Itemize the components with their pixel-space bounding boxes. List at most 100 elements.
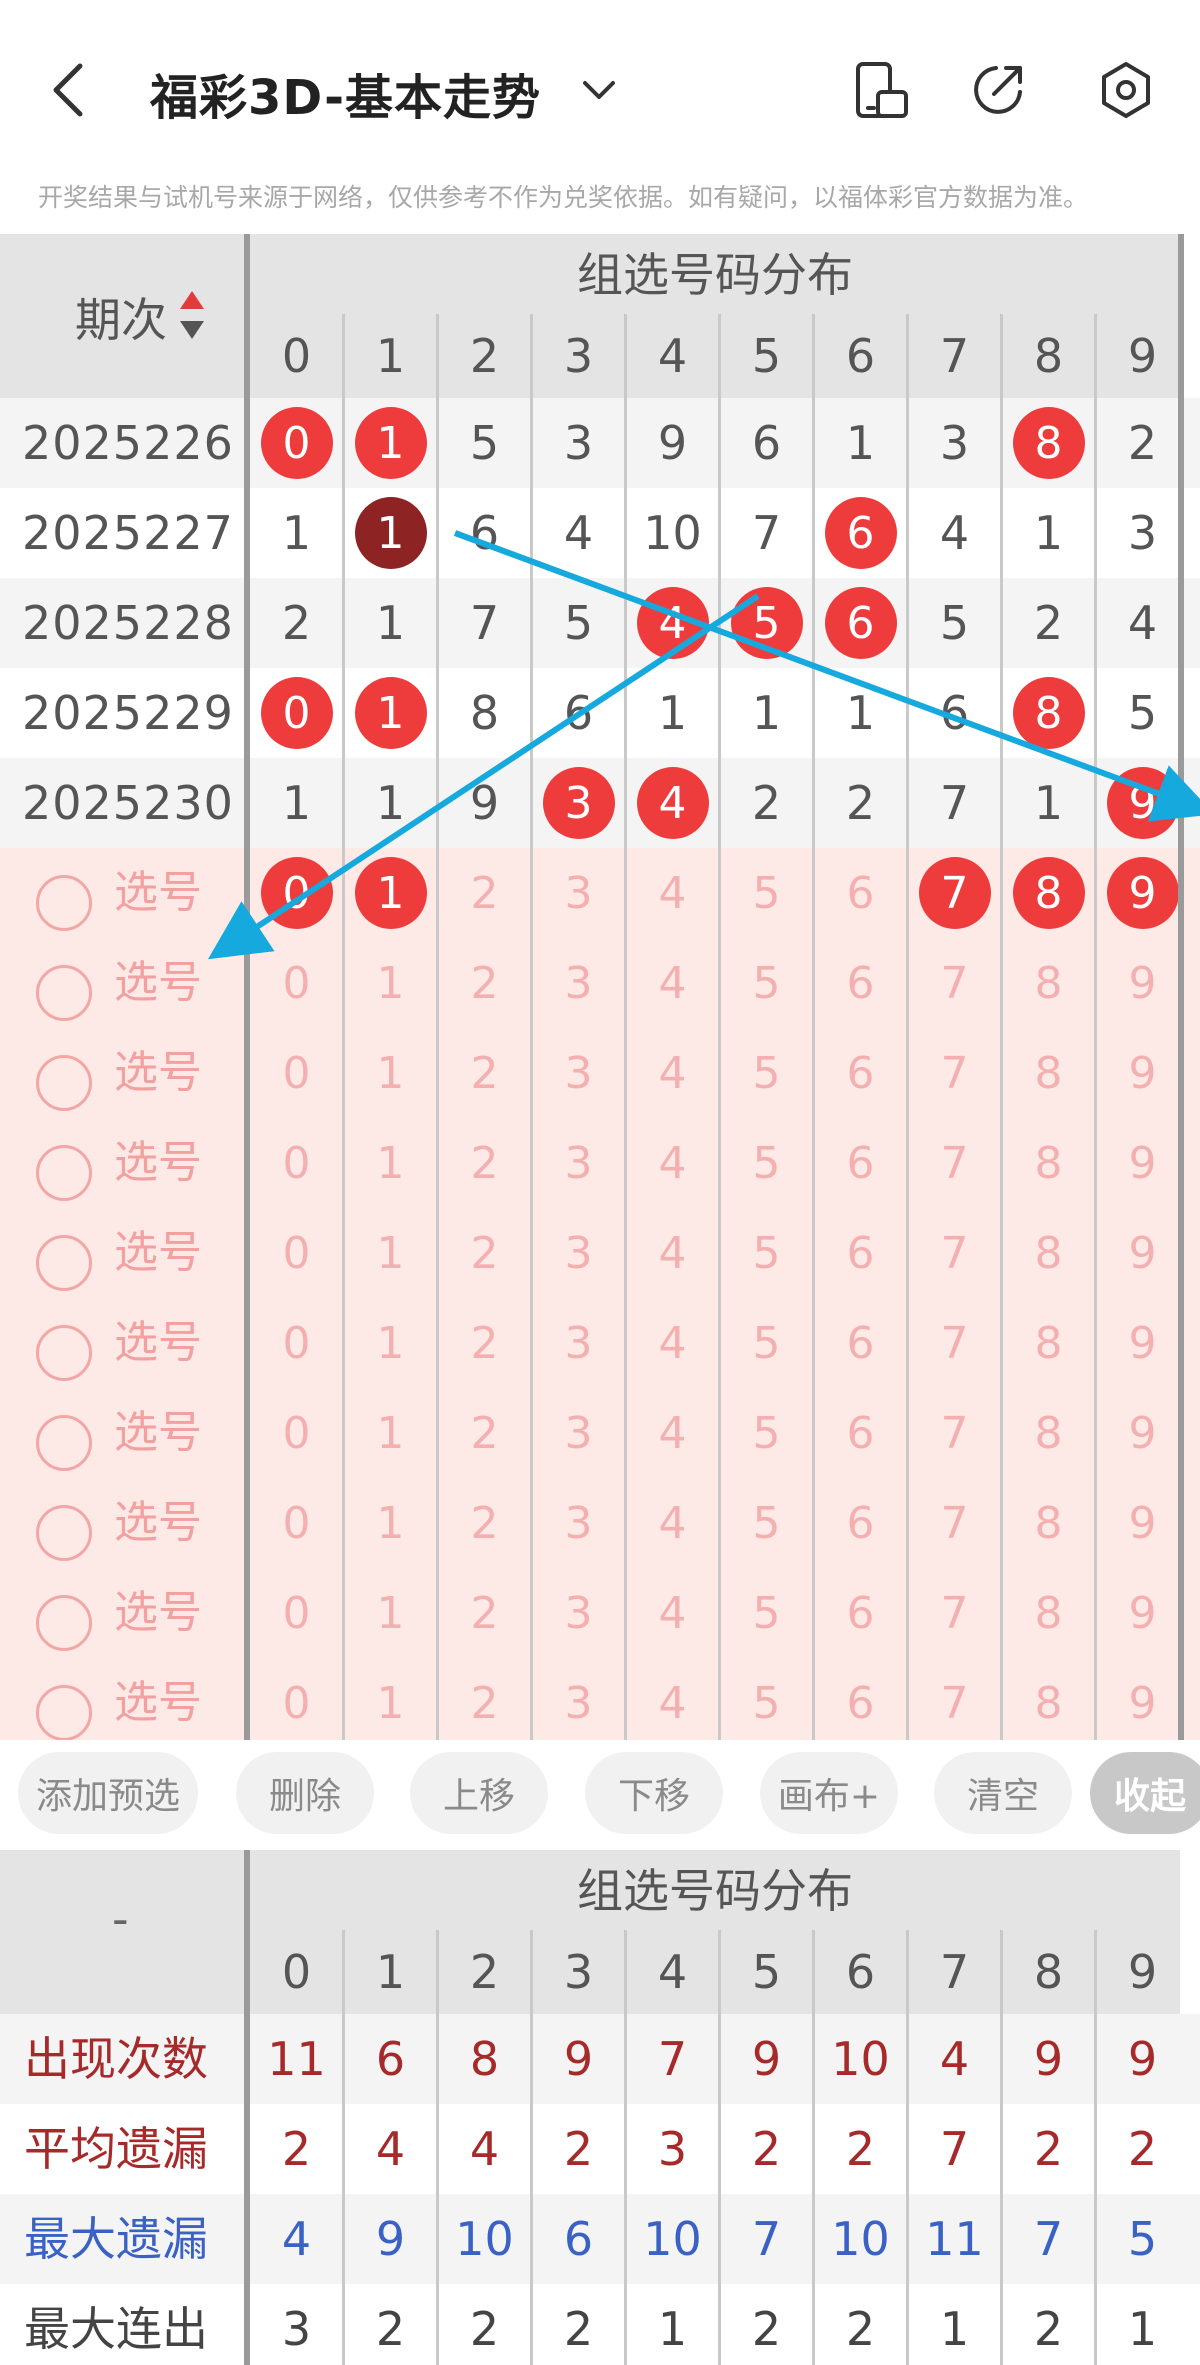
select-digit-4[interactable]: 4 [626,1388,719,1478]
select-digit-8[interactable]: 8 [1002,1118,1095,1208]
select-digit-9[interactable]: 9 [1096,1478,1189,1568]
select-row-label[interactable]: 选号 [114,1298,202,1388]
select-digit-9[interactable]: 9 [1096,1208,1189,1298]
select-digit-5[interactable]: 5 [720,938,813,1028]
select-digit-3[interactable]: 3 [532,848,625,938]
select-digit-7[interactable]: 7 [908,1208,1001,1298]
select-digit-8[interactable]: 8 [1002,1208,1095,1298]
selected-ball[interactable]: 7 [918,857,991,929]
select-digit-2[interactable]: 2 [438,938,531,1028]
select-row-label[interactable]: 选号 [114,1658,202,1748]
page-title[interactable]: 福彩3D-基本走势 [150,58,541,128]
collapse-button[interactable]: 收起 [1090,1752,1200,1834]
select-digit-9[interactable]: 9 [1096,1568,1189,1658]
select-row-radio[interactable] [36,1145,92,1201]
select-digit-7[interactable]: 7 [908,848,1001,938]
select-digit-6[interactable]: 6 [814,938,907,1028]
select-row-radio[interactable] [36,1595,92,1651]
select-digit-1[interactable]: 1 [344,1298,437,1388]
select-digit-0[interactable]: 0 [250,1118,343,1208]
select-digit-1[interactable]: 1 [344,1028,437,1118]
select-digit-7[interactable]: 7 [908,1298,1001,1388]
select-row-radio[interactable] [36,1505,92,1561]
select-digit-1[interactable]: 1 [344,1478,437,1568]
select-digit-7[interactable]: 7 [908,1388,1001,1478]
selected-ball[interactable]: 1 [354,857,427,929]
select-digit-3[interactable]: 3 [532,1298,625,1388]
select-digit-6[interactable]: 6 [814,1388,907,1478]
select-digit-8[interactable]: 8 [1002,938,1095,1028]
select-digit-5[interactable]: 5 [720,1298,813,1388]
select-row-label[interactable]: 选号 [114,1118,202,1208]
select-digit-9[interactable]: 9 [1096,1658,1189,1748]
select-digit-6[interactable]: 6 [814,1658,907,1748]
select-row-radio[interactable] [36,965,92,1021]
select-digit-8[interactable]: 8 [1002,1298,1095,1388]
select-digit-3[interactable]: 3 [532,1388,625,1478]
select-row-radio[interactable] [36,1415,92,1471]
select-digit-6[interactable]: 6 [814,1028,907,1118]
select-digit-4[interactable]: 4 [626,1568,719,1658]
select-digit-3[interactable]: 3 [532,1118,625,1208]
select-digit-6[interactable]: 6 [814,1298,907,1388]
select-digit-2[interactable]: 2 [438,1388,531,1478]
select-digit-6[interactable]: 6 [814,848,907,938]
select-digit-1[interactable]: 1 [344,938,437,1028]
selected-ball[interactable]: 9 [1106,857,1179,929]
select-digit-3[interactable]: 3 [532,1478,625,1568]
select-digit-1[interactable]: 1 [344,1388,437,1478]
select-digit-6[interactable]: 6 [814,1208,907,1298]
select-digit-0[interactable]: 0 [250,1208,343,1298]
select-row-radio[interactable] [36,875,92,931]
select-digit-0[interactable]: 0 [250,848,343,938]
select-digit-5[interactable]: 5 [720,1658,813,1748]
move-down-button[interactable]: 下移 [585,1752,723,1834]
select-digit-0[interactable]: 0 [250,1298,343,1388]
select-digit-2[interactable]: 2 [438,1478,531,1568]
select-digit-8[interactable]: 8 [1002,1028,1095,1118]
select-digit-8[interactable]: 8 [1002,848,1095,938]
select-digit-7[interactable]: 7 [908,1568,1001,1658]
selected-ball[interactable]: 8 [1012,857,1085,929]
select-row-radio[interactable] [36,1685,92,1741]
select-digit-8[interactable]: 8 [1002,1478,1095,1568]
select-digit-9[interactable]: 9 [1096,1028,1189,1118]
select-digit-6[interactable]: 6 [814,1478,907,1568]
select-digit-3[interactable]: 3 [532,1568,625,1658]
select-digit-0[interactable]: 0 [250,1568,343,1658]
select-digit-0[interactable]: 0 [250,1658,343,1748]
select-digit-7[interactable]: 7 [908,938,1001,1028]
select-digit-0[interactable]: 0 [250,938,343,1028]
select-digit-9[interactable]: 9 [1096,938,1189,1028]
select-digit-8[interactable]: 8 [1002,1658,1095,1748]
select-digit-2[interactable]: 2 [438,1658,531,1748]
select-digit-7[interactable]: 7 [908,1478,1001,1568]
select-digit-9[interactable]: 9 [1096,848,1189,938]
select-digit-4[interactable]: 4 [626,1118,719,1208]
select-row-radio[interactable] [36,1055,92,1111]
select-digit-2[interactable]: 2 [438,1208,531,1298]
select-digit-9[interactable]: 9 [1096,1118,1189,1208]
select-digit-2[interactable]: 2 [438,1118,531,1208]
select-digit-0[interactable]: 0 [250,1028,343,1118]
delete-button[interactable]: 删除 [236,1752,374,1834]
select-digit-5[interactable]: 5 [720,1478,813,1568]
select-digit-4[interactable]: 4 [626,938,719,1028]
clear-button[interactable]: 清空 [934,1752,1072,1834]
add-preselect-button[interactable]: 添加预选 [18,1752,198,1834]
share-button[interactable] [966,58,1030,122]
select-digit-8[interactable]: 8 [1002,1388,1095,1478]
title-dropdown-button[interactable] [575,68,623,112]
select-row-label[interactable]: 选号 [114,1478,202,1568]
move-up-button[interactable]: 上移 [410,1752,548,1834]
select-digit-2[interactable]: 2 [438,1568,531,1658]
select-digit-5[interactable]: 5 [720,1568,813,1658]
select-digit-7[interactable]: 7 [908,1658,1001,1748]
select-digit-1[interactable]: 1 [344,1568,437,1658]
select-digit-0[interactable]: 0 [250,1388,343,1478]
select-digit-4[interactable]: 4 [626,848,719,938]
select-digit-7[interactable]: 7 [908,1028,1001,1118]
select-digit-4[interactable]: 4 [626,1658,719,1748]
back-button[interactable] [48,55,108,125]
select-digit-5[interactable]: 5 [720,1028,813,1118]
